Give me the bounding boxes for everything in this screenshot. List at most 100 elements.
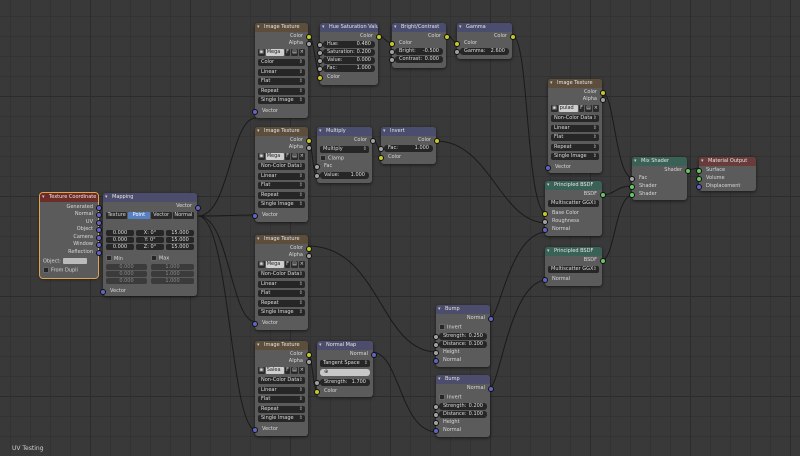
max-grid[interactable]: 1.000 1.000 1.000 [151, 264, 194, 285]
rotation-z[interactable]: Z: 0° [136, 244, 164, 250]
node-header[interactable]: Principled BSDF [545, 181, 602, 190]
distribution-dropdown[interactable]: Multiscatter GGX [548, 266, 599, 273]
socket[interactable] [378, 146, 384, 152]
node-header[interactable]: Mix Shader [632, 157, 687, 166]
socket[interactable] [454, 49, 460, 55]
socket[interactable] [252, 109, 258, 115]
clamp-checkbox[interactable]: Clamp [320, 155, 369, 162]
node-header[interactable]: Image Texture [255, 127, 308, 136]
socket[interactable] [306, 246, 312, 252]
projection-dropdown[interactable]: Flat [258, 290, 305, 297]
source-dropdown[interactable]: Single Image [258, 201, 305, 208]
principled-bsdf-node-1[interactable]: Principled BSDF BSDF Multiscatter GGX Ba… [542, 181, 606, 236]
bright-contrast-node[interactable]: Bright/Contrast Color Color Bright:-0.50… [389, 23, 450, 68]
socket[interactable] [252, 213, 258, 219]
socket[interactable] [433, 334, 439, 340]
socket[interactable] [96, 205, 102, 211]
node-header[interactable]: Image Texture [255, 23, 308, 32]
node-header[interactable]: Principled BSDF [545, 247, 602, 256]
tab-vector[interactable]: Vector [150, 212, 172, 219]
interpolation-dropdown[interactable]: Linear [258, 281, 305, 288]
socket[interactable] [389, 41, 395, 47]
source-dropdown[interactable]: Single Image [551, 153, 599, 160]
node-header[interactable]: Bump [436, 375, 490, 384]
extension-dropdown[interactable]: Repeat [258, 192, 305, 199]
projection-dropdown[interactable]: Flat [258, 396, 305, 403]
socket[interactable] [433, 428, 439, 434]
socket[interactable] [433, 350, 439, 356]
node-header[interactable]: Mapping [103, 193, 197, 202]
source-dropdown[interactable]: Single Image [258, 97, 305, 104]
location-z[interactable]: 0.000 [106, 244, 134, 250]
socket[interactable] [306, 253, 312, 259]
socket[interactable] [696, 168, 702, 174]
interpolation-dropdown[interactable]: Linear [551, 125, 599, 132]
image-selector[interactable]: ▣ Mega F ▤ × [258, 261, 305, 268]
socket[interactable] [378, 155, 384, 161]
mapping-type-tabs[interactable]: Texture Point Vector Normal [106, 212, 194, 219]
color-space-dropdown[interactable]: Non-Color Data [258, 163, 305, 170]
color-space-dropdown[interactable]: Color [258, 59, 305, 66]
socket[interactable] [314, 380, 320, 386]
color-space-dropdown[interactable]: Non-Color Data [258, 377, 305, 384]
socket[interactable] [306, 34, 312, 40]
node-header[interactable]: Image Texture [255, 235, 308, 244]
socket[interactable] [389, 57, 395, 63]
socket[interactable] [696, 184, 702, 190]
source-dropdown[interactable]: Single Image [258, 415, 305, 422]
socket[interactable] [317, 42, 323, 48]
rotation-y[interactable]: Y: 0° [136, 237, 164, 243]
socket[interactable] [389, 49, 395, 55]
gamma-node[interactable]: Gamma Color Color Gamma:2.600 [454, 23, 516, 59]
location-x[interactable]: 0.000 [106, 230, 134, 236]
texture-coordinate-node[interactable]: Texture Coordinate Generated Normal UV O… [39, 192, 102, 279]
socket[interactable] [96, 220, 102, 226]
tab-point[interactable]: Point [128, 212, 150, 219]
socket[interactable] [306, 352, 312, 358]
image-texture-node-5[interactable]: Image Texture Color Alpha ▣puladF▤× Non-… [545, 79, 606, 173]
node-header[interactable]: Hue Saturation Value [320, 23, 378, 32]
rotation-x[interactable]: X: 0° [136, 230, 164, 236]
image-texture-node-2[interactable]: Image Texture Color Alpha ▣MegaF▤× Non-C… [252, 127, 312, 222]
bump-node-1[interactable]: Bump Normal Invert Strength:0.250 Distan… [433, 305, 494, 367]
distribution-dropdown[interactable]: Multiscatter GGX [548, 200, 599, 207]
location-y[interactable]: 0.000 [106, 237, 134, 243]
node-header[interactable]: Image Texture [255, 341, 308, 350]
node-header[interactable]: Image Texture [548, 79, 602, 88]
socket[interactable] [600, 90, 606, 96]
socket[interactable] [433, 342, 439, 348]
socket[interactable] [542, 277, 548, 283]
contrast-field[interactable]: Contrast: 0.000 [395, 56, 443, 63]
normal-map-node[interactable]: Normal Map Normal Tangent Space ⊕ Streng… [314, 341, 377, 397]
socket[interactable] [314, 173, 320, 179]
socket[interactable] [545, 165, 551, 171]
socket[interactable] [434, 138, 440, 144]
node-header[interactable]: Material Output [699, 157, 756, 166]
node-header[interactable]: Texture Coordinate [40, 193, 98, 202]
scale-x[interactable]: 15.000 [166, 230, 194, 236]
socket[interactable] [510, 34, 516, 40]
value-field[interactable]: Value: 1.000 [320, 172, 369, 179]
saturation-field[interactable]: Saturation: 0.200 [323, 49, 375, 56]
socket[interactable] [685, 168, 691, 174]
interpolation-dropdown[interactable]: Linear [258, 387, 305, 394]
socket[interactable] [542, 227, 548, 233]
socket[interactable] [444, 34, 450, 40]
socket[interactable] [252, 321, 258, 327]
socket[interactable] [376, 34, 382, 40]
socket[interactable] [96, 227, 102, 233]
fac-field[interactable]: Fac: 1.000 [384, 145, 433, 152]
fac-field[interactable]: Fac: 1.000 [323, 65, 375, 72]
invert-node[interactable]: Invert Color Fac:1.000 Color [378, 127, 440, 164]
min-grid[interactable]: 0.000 0.000 0.000 [106, 264, 147, 285]
socket[interactable] [317, 58, 323, 64]
interpolation-dropdown[interactable]: Linear [258, 173, 305, 180]
socket[interactable] [371, 352, 377, 358]
socket[interactable] [306, 359, 312, 365]
extension-dropdown[interactable]: Repeat [258, 406, 305, 413]
socket[interactable] [454, 41, 460, 47]
socket[interactable] [433, 420, 439, 426]
image-texture-node-1[interactable]: Image Texture Color Alpha ▣MegaF▤× Color… [252, 23, 312, 118]
transform-grid[interactable]: 0.000 X: 0° 15.000 0.000 Y: 0° 15.000 0.000 Z… [106, 230, 194, 251]
socket[interactable] [317, 66, 323, 72]
